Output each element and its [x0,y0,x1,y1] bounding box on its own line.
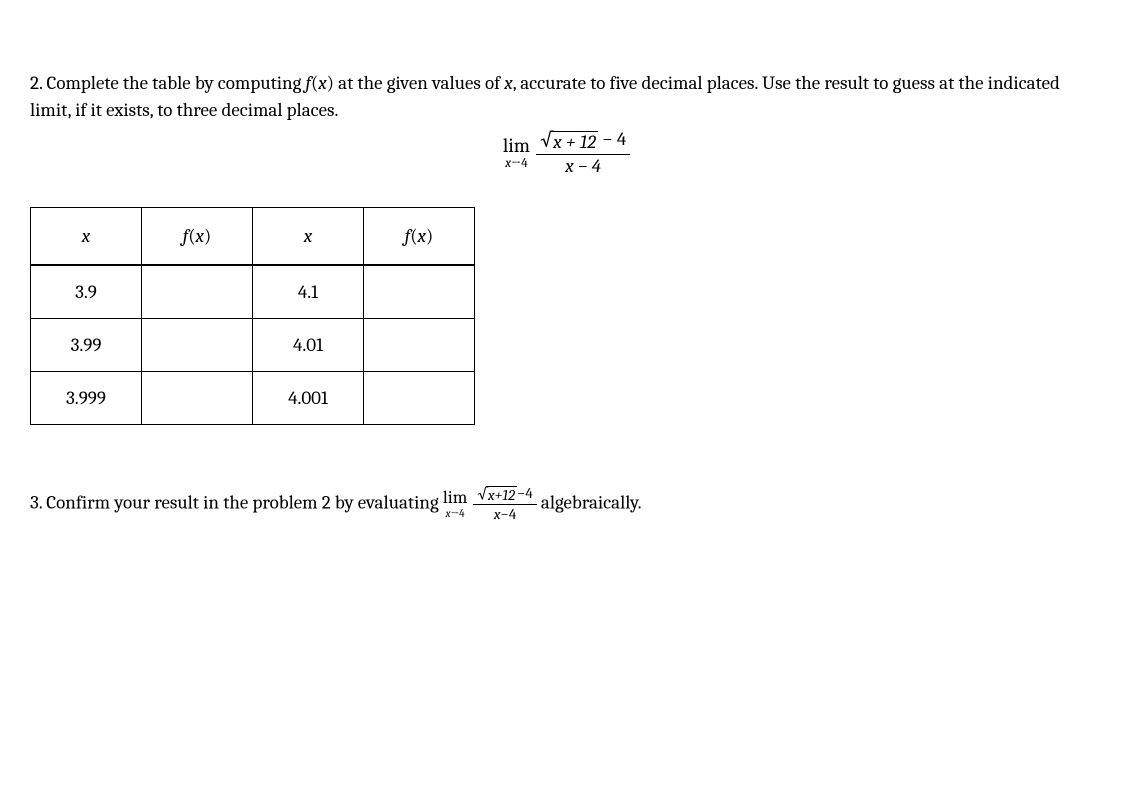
problem-2-mid1: at the given values of [334,72,504,94]
sqrt-body: x + 12 [551,131,598,153]
limit-numerator: √ x+12 −4 [473,485,536,506]
limit-expression: lim x→4 √ x + 12 − 4 x − 4 [30,129,1103,177]
problem-2-prefix: 2. Complete the table by computing [30,72,306,94]
inline-limit-expression: lim x→4 √ x+12 −4 x−4 [443,485,537,523]
problem-3-prefix: 3. Confirm your result in the problem 2 … [30,491,443,513]
cell-fx-right [364,318,475,371]
table-header-row: x f(x) x f(x) [31,207,475,265]
limit-operator: lim x→4 [503,136,530,170]
numerator-rest: − 4 [598,128,626,150]
cell-fx-left [142,265,253,319]
sqrt-body: x+12 [486,486,517,504]
cell-x-right: 4.01 [253,318,364,371]
header-fx-right: f(x) [364,207,475,265]
numerator-rest: −4 [517,484,533,502]
cell-fx-left [142,318,253,371]
cell-x-left: 3.999 [31,371,142,424]
cell-fx-right [364,265,475,319]
cell-x-right: 4.1 [253,265,364,319]
cell-x-left: 3.99 [31,318,142,371]
fx-x: x [318,72,326,94]
cell-fx-left [142,371,253,424]
sqrt-sign-icon: √ [540,130,553,154]
sqrt-expression: √ x + 12 [540,129,598,153]
lim-label: lim [503,136,530,156]
limit-denominator: x − 4 [561,155,605,177]
lim-subscript: x→4 [446,508,465,519]
problem-3-statement: 3. Confirm your result in the problem 2 … [30,485,1103,523]
problem-2-statement: 2. Complete the table by computing f(x) … [30,70,1103,123]
lim-label: lim [443,489,468,507]
table-row: 3.99 4.01 [31,318,475,371]
table-row: 3.9 4.1 [31,265,475,319]
limit-denominator: x−4 [490,505,520,523]
header-x-right: x [253,207,364,265]
sqrt-sign-icon: √ [477,486,488,505]
limit-fraction: √ x+12 −4 x−4 [473,485,536,523]
limit-fraction: √ x + 12 − 4 x − 4 [536,129,630,177]
header-x-left: x [31,207,142,265]
cell-x-right: 4.001 [253,371,364,424]
values-table: x f(x) x f(x) 3.9 4.1 3.99 4.01 3.999 4.… [30,207,475,425]
fx-close: ) [327,72,334,94]
lim-subscript: x→4 [505,157,527,170]
cell-fx-right [364,371,475,424]
table-row: 3.999 4.001 [31,371,475,424]
sqrt-expression: √ x+12 [477,485,517,504]
header-fx-left: f(x) [142,207,253,265]
cell-x-left: 3.9 [31,265,142,319]
limit-numerator: √ x + 12 − 4 [536,129,630,155]
var-x: x [504,72,512,94]
limit-operator: lim x→4 [443,489,468,519]
problem-3-suffix: algebraically. [537,491,642,513]
